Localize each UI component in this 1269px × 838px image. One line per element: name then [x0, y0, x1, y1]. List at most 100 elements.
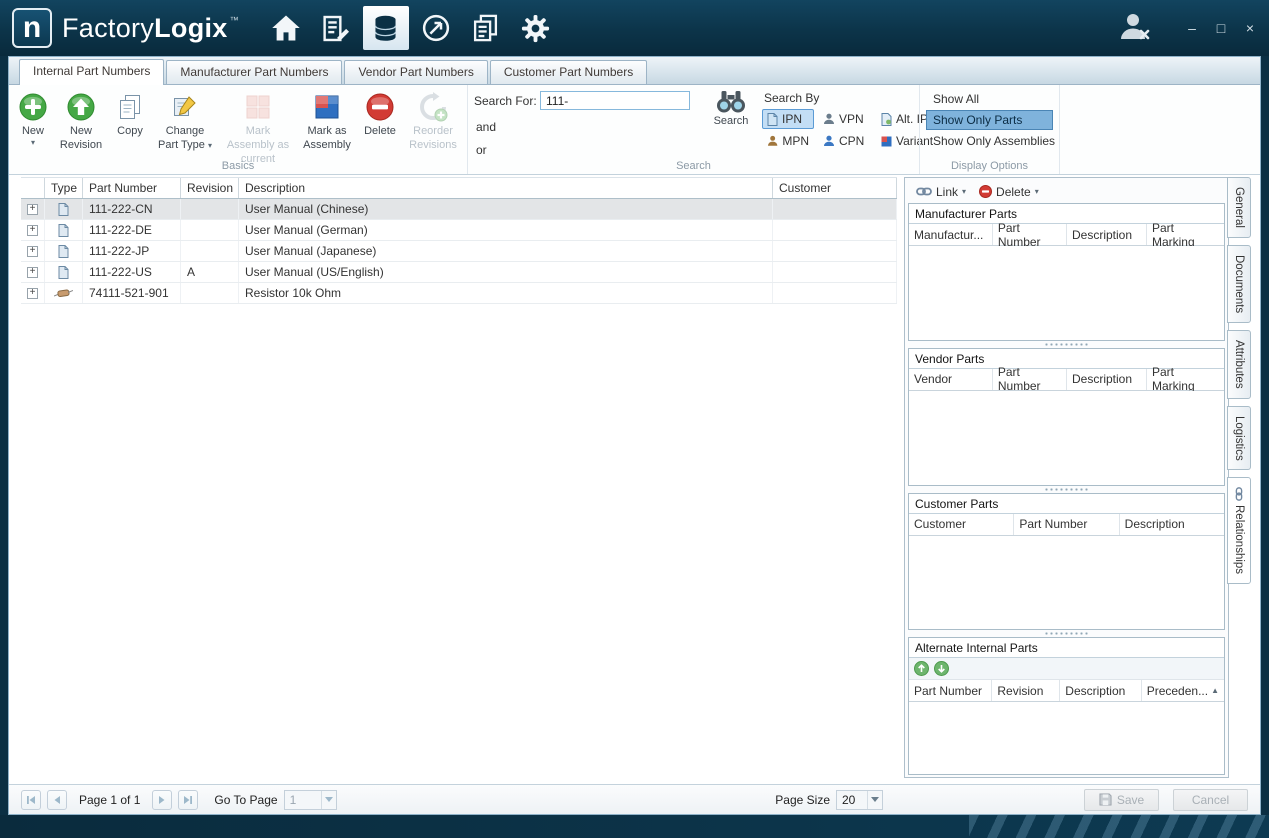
search-by-cpn[interactable]: CPN: [818, 131, 872, 151]
table-row[interactable]: + 74111-521-901 Resistor 10k Ohm: [21, 283, 897, 304]
row-expander[interactable]: +: [27, 224, 38, 236]
new-button[interactable]: New ▾: [13, 88, 53, 147]
side-tab-general[interactable]: General: [1227, 177, 1251, 238]
page-size-dropdown-icon[interactable]: [867, 790, 882, 809]
reorder-revisions-button[interactable]: Reorder Revisions: [403, 88, 463, 153]
link-button[interactable]: Link ▾: [912, 183, 970, 201]
save-button[interactable]: Save: [1084, 788, 1159, 811]
col-revision[interactable]: Revision: [992, 680, 1061, 702]
table-row[interactable]: + 111-222-JP User Manual (Japanese): [21, 241, 897, 262]
settings-gear-icon: [522, 14, 550, 42]
col-precedence[interactable]: Preceden... ▲: [1142, 680, 1224, 701]
col-part-number[interactable]: Part Number: [1014, 513, 1120, 535]
tab-manufacturer-part-numbers[interactable]: Manufacturer Part Numbers: [166, 60, 343, 84]
table-row[interactable]: + 111-222-CN User Manual (Chinese): [21, 199, 897, 220]
grid-header-revision[interactable]: Revision: [181, 178, 239, 198]
grid-header-part-number[interactable]: Part Number: [83, 178, 181, 198]
col-part-number[interactable]: Part Number: [993, 221, 1067, 249]
close-button[interactable]: ×: [1243, 21, 1257, 35]
col-description[interactable]: Description: [1120, 514, 1224, 535]
parts-library-nav-button[interactable]: [362, 6, 409, 50]
side-tab-documents[interactable]: Documents: [1227, 244, 1251, 324]
save-disk-icon: [1099, 793, 1112, 806]
display-option-show-all[interactable]: Show All: [926, 89, 1053, 109]
col-part-number[interactable]: Part Number: [909, 680, 993, 702]
go-to-page-dropdown-icon[interactable]: [320, 790, 336, 809]
worksheet-nav-button[interactable]: [313, 6, 359, 50]
section-splitter[interactable]: [908, 341, 1225, 348]
col-customer[interactable]: Customer: [909, 513, 1015, 535]
maximize-button[interactable]: □: [1214, 21, 1228, 35]
col-part-number[interactable]: Part Number: [993, 365, 1067, 393]
ribbon-group-display-options: Show All Show Only Parts Show Only Assem…: [919, 85, 1059, 174]
side-tab-attributes[interactable]: Attributes: [1227, 330, 1251, 399]
tab-vendor-part-numbers[interactable]: Vendor Part Numbers: [344, 60, 488, 84]
manufacturer-parts-section: Manufacturer Parts Manufactur... Part Nu…: [908, 203, 1225, 341]
grid-header-type[interactable]: Type: [45, 178, 83, 198]
unlink-delete-button[interactable]: Delete ▾: [975, 183, 1043, 201]
first-page-button[interactable]: [21, 789, 41, 810]
precedence-up-button[interactable]: [914, 661, 929, 677]
section-splitter[interactable]: [908, 486, 1225, 493]
delete-button[interactable]: Delete: [357, 88, 403, 139]
cell-part-number: 111-222-US: [83, 262, 181, 282]
precedence-down-button[interactable]: [934, 661, 949, 677]
col-part-marking[interactable]: Part Marking: [1147, 221, 1224, 249]
minimize-button[interactable]: –: [1185, 21, 1199, 35]
go-to-page-label: Go To Page: [214, 792, 278, 807]
side-tab-logistics[interactable]: Logistics: [1227, 405, 1251, 471]
search-input[interactable]: [540, 91, 690, 110]
mark-as-assembly-button[interactable]: Mark as Assembly: [297, 88, 357, 153]
pager-bar: Page 1 of 1 Go To Page 1 Page Size 20 Sa…: [9, 784, 1260, 814]
mark-assembly-as-current-button[interactable]: Mark Assembly as current: [219, 88, 297, 166]
content-area: Internal Part Numbers Manufacturer Part …: [8, 56, 1261, 815]
cancel-button[interactable]: Cancel: [1173, 788, 1248, 811]
settings-nav-button[interactable]: [513, 6, 559, 50]
search-or-label: or: [476, 143, 487, 157]
copy-button[interactable]: Copy: [109, 88, 151, 139]
change-part-type-button[interactable]: Change Part Type ▾: [151, 88, 219, 153]
side-tab-relationships[interactable]: Relationships: [1227, 477, 1251, 585]
search-by-vpn[interactable]: VPN: [818, 109, 872, 129]
table-row[interactable]: + 111-222-US A User Manual (US/English): [21, 262, 897, 283]
home-nav-button[interactable]: [263, 6, 309, 50]
col-description[interactable]: Description: [1060, 680, 1142, 702]
col-description[interactable]: Description: [1067, 224, 1147, 245]
go-to-page-combo[interactable]: 1: [283, 789, 337, 810]
col-description[interactable]: Description: [1067, 368, 1147, 390]
parts-grid: Type Part Number Revision Description Cu…: [21, 177, 897, 782]
row-expander[interactable]: +: [27, 287, 38, 299]
grid-header-customer[interactable]: Customer: [773, 178, 897, 198]
col-vendor[interactable]: Vendor: [909, 368, 993, 390]
next-page-button[interactable]: [152, 789, 173, 810]
grid-header-description[interactable]: Description: [239, 178, 773, 198]
table-row[interactable]: + 111-222-DE User Manual (German): [21, 220, 897, 241]
display-option-show-only-assemblies[interactable]: Show Only Assemblies: [926, 131, 1055, 151]
search-button[interactable]: Search: [706, 88, 756, 127]
tab-internal-part-numbers[interactable]: Internal Part Numbers: [19, 59, 165, 85]
previous-page-icon: [54, 795, 60, 804]
row-expander[interactable]: +: [27, 266, 38, 278]
change-part-type-icon: [174, 96, 196, 116]
cell-customer: [773, 199, 897, 219]
row-expander[interactable]: +: [27, 203, 38, 215]
search-for-label: Search For:: [474, 94, 537, 108]
last-page-button[interactable]: [178, 789, 199, 810]
documents-nav-button[interactable]: [463, 6, 509, 50]
bottom-corner-decoration: [969, 815, 1269, 838]
col-manufacturer[interactable]: Manufactur...: [909, 224, 993, 245]
previous-page-button[interactable]: [47, 789, 67, 810]
row-expander[interactable]: +: [27, 245, 38, 257]
cell-customer: [773, 262, 897, 282]
logout-user-button[interactable]: [1116, 11, 1152, 46]
search-by-mpn[interactable]: MPN: [762, 131, 814, 151]
col-part-marking[interactable]: Part Marking: [1147, 365, 1224, 393]
display-option-show-only-parts[interactable]: Show Only Parts: [926, 110, 1053, 130]
tab-customer-part-numbers[interactable]: Customer Part Numbers: [489, 60, 648, 84]
resistor-type-icon: [54, 289, 73, 297]
section-splitter[interactable]: [908, 630, 1225, 637]
navigator-nav-button[interactable]: [413, 6, 459, 50]
page-size-combo[interactable]: 20: [836, 789, 883, 810]
search-by-ipn[interactable]: IPN: [762, 109, 814, 129]
new-revision-button[interactable]: New Revision: [53, 88, 109, 153]
